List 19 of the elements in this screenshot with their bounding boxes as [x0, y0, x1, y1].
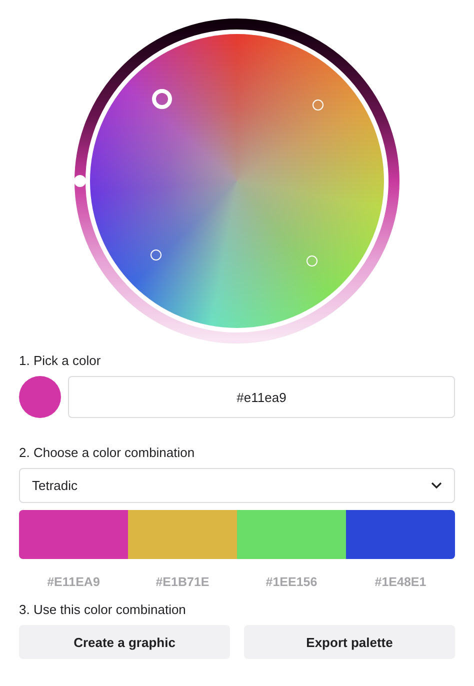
- hex-code: #1E48E1: [374, 575, 428, 589]
- chevron-down-icon: [431, 482, 442, 489]
- color-marker[interactable]: [306, 256, 318, 266]
- section-label: 1. Pick a color: [19, 353, 102, 368]
- slider-thumb[interactable]: [74, 175, 86, 187]
- color-marker[interactable]: [312, 100, 324, 110]
- hex-code: #1EE156: [264, 575, 318, 589]
- color-marker[interactable]: [150, 250, 162, 260]
- brightness-slider-track[interactable]: [74, 18, 400, 344]
- combination-dropdown[interactable]: Tetradic: [19, 468, 455, 503]
- hex-code: #E1B71E: [154, 575, 210, 589]
- section-label: 2. Choose a color combination: [19, 445, 196, 460]
- action-button[interactable]: Create a graphic: [19, 625, 230, 659]
- hex-code: #E11EA9: [46, 575, 101, 589]
- color-marker[interactable]: [152, 89, 172, 109]
- color-swatch[interactable]: [19, 376, 61, 418]
- hex-input-field[interactable]: #e11ea9: [68, 376, 455, 418]
- section-label: 3. Use this color combination: [19, 602, 187, 617]
- action-button[interactable]: Export palette: [244, 625, 455, 659]
